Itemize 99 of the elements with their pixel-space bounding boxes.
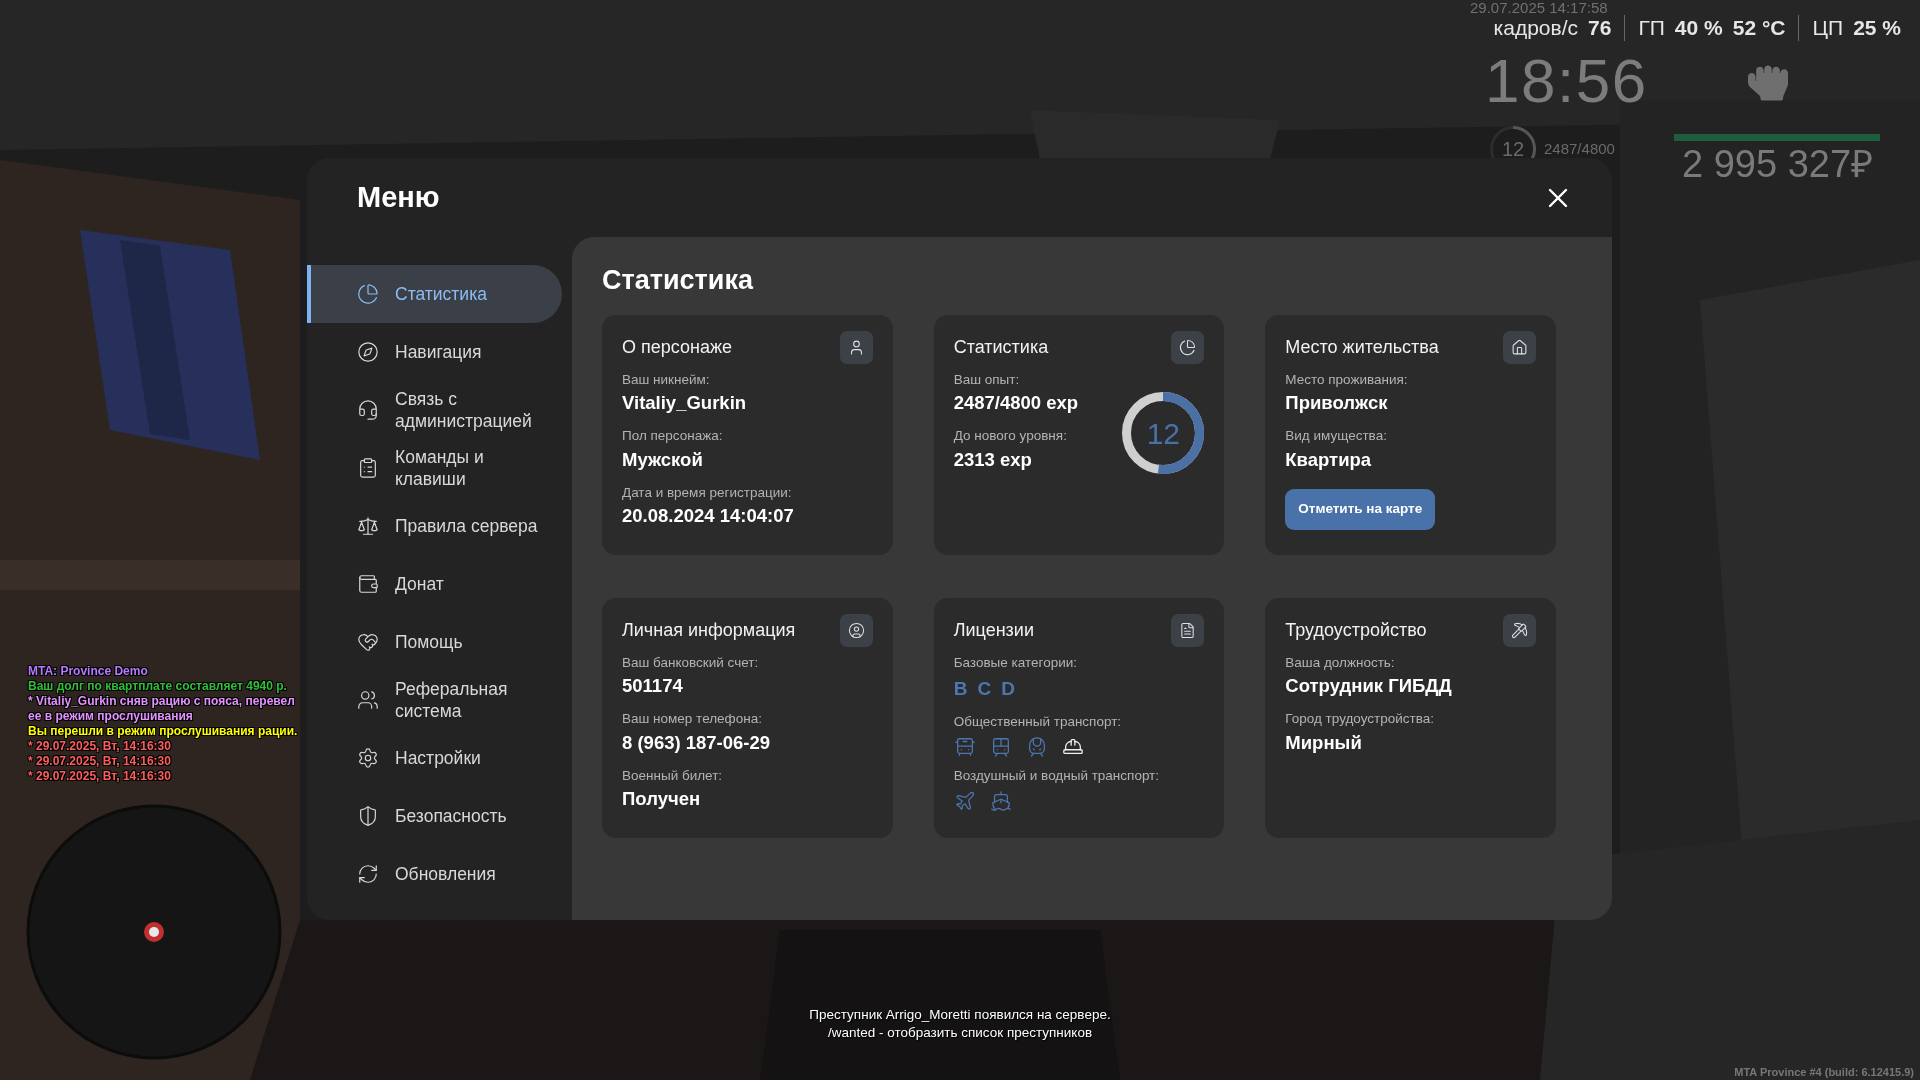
mark-on-map-button[interactable]: Отметить на карте — [1285, 488, 1436, 530]
field-label: Пол персонажа: — [622, 427, 724, 446]
chat-message: * 29.07.2025, Вт, 14:16:30 — [28, 754, 172, 769]
field-label: Место проживания: — [1285, 371, 1409, 389]
sidebar-item[interactable]: Безопасность — [307, 787, 562, 845]
headset-icon — [357, 399, 379, 421]
license-category: D — [1001, 677, 1015, 702]
clock: 18:56 — [1485, 46, 1648, 116]
chat-message: Ваш долг по квартплате составляет 4940 р. — [28, 679, 288, 694]
stat-value: 25 % — [1853, 15, 1901, 41]
stat-label: ЦП — [1812, 15, 1844, 41]
sidebar-label: Реферальная система — [395, 678, 509, 722]
sidebar-item[interactable]: Связь с администрацией — [307, 381, 562, 439]
license-category: B — [953, 677, 968, 702]
money-amount: 2 995 327₽ — [1682, 142, 1874, 186]
field-label: Общественный транспорт: — [953, 712, 1123, 731]
level-ring: 12 — [1122, 392, 1205, 474]
sidebar-label: Правила сервера — [395, 515, 539, 537]
field-label: Дата и время регистрации: — [622, 483, 793, 502]
sidebar-label: Безопасность — [395, 805, 508, 827]
handshake-icon — [357, 631, 379, 653]
sidebar-item[interactable]: Настройки — [307, 729, 562, 787]
experience-text: 2487/4800 — [1544, 138, 1615, 159]
field-label: Ваш банковский счет: — [622, 654, 760, 672]
field-value: Мужской — [622, 447, 704, 472]
settings-icon — [357, 747, 379, 769]
stat-value: 76 — [1588, 15, 1612, 41]
sidebar-label: Обновления — [395, 863, 497, 885]
pie-chart-icon — [357, 283, 379, 305]
sidebar-item[interactable]: Реферальная система — [307, 671, 562, 729]
field-label: Базовые категории: — [953, 654, 1078, 672]
server-notice: Преступник Arrigo_Moretti появился на сервере. — [809, 1006, 1111, 1024]
person-icon — [839, 331, 873, 364]
chat-message: * 29.07.2025, Вт, 14:16:30 — [28, 739, 172, 754]
chat-message: * Vitaliy_Gurkin сняв рацию с пояса, перевел ее в режим прослушивания — [28, 694, 296, 724]
stat-value: 52 °C — [1732, 15, 1786, 41]
sidebar-label: Статистика — [395, 283, 488, 305]
chat-message: MTA: Province Demo — [28, 664, 149, 679]
field-label: Город трудоустройства: — [1285, 710, 1435, 729]
field-value: Vitaliy_Gurkin — [622, 391, 748, 416]
field-value: 8 (963) 187-06-29 — [622, 730, 772, 755]
field-label: Военный билет: — [622, 766, 724, 785]
card-title: Место жительства — [1285, 336, 1439, 359]
sidebar-label: Помощь — [395, 631, 464, 653]
field-value: Квартира — [1285, 447, 1373, 472]
menu-title: Меню — [357, 179, 440, 215]
sidebar-label: Настройки — [395, 747, 482, 769]
sidebar-item[interactable]: Помощь — [307, 613, 562, 671]
sidebar-item[interactable]: Обновления — [307, 845, 562, 903]
sidebar-label: Донат — [395, 573, 445, 595]
card-title: Личная информация — [622, 619, 796, 642]
field-value: Приволжск — [1285, 391, 1389, 416]
pie-chart-icon — [1171, 331, 1205, 364]
field-label: Ваш никнейм: — [622, 371, 711, 389]
wallet-icon — [357, 573, 379, 595]
field-label: Ваш номер телефона: — [622, 710, 763, 729]
shield-icon — [357, 805, 379, 827]
field-value: Сотрудник ГИБДД — [1285, 674, 1453, 699]
field-value: 2313 exp — [953, 447, 1033, 472]
card-title: Трудоустройство — [1285, 619, 1427, 642]
sidebar-item[interactable]: Команды и клавиши — [307, 439, 562, 497]
build-version: MTA Province #4 (build: 6.12415.9) — [1734, 1064, 1914, 1080]
field-label: Ваша должность: — [1285, 654, 1396, 672]
card-title: Лицензии — [953, 619, 1034, 642]
sidebar-label: Связь с администрацией — [395, 388, 533, 432]
pickaxe-icon — [1503, 614, 1536, 647]
field-label: До нового уровня: — [953, 427, 1068, 446]
field-value: 20.08.2024 14:04:07 — [622, 503, 795, 528]
refresh-icon — [357, 863, 379, 885]
field-value: 2487/4800 exp — [953, 391, 1080, 416]
field-value: 501174 — [622, 674, 684, 699]
field-value: Мирный — [1285, 730, 1363, 755]
card-title: О персонаже — [622, 336, 732, 359]
list-icon — [357, 457, 379, 479]
field-label: Вид имущества: — [1285, 427, 1388, 446]
sidebar-item[interactable]: Статистика — [307, 265, 562, 323]
users-icon — [357, 689, 379, 711]
field-label: Воздушный и водный транспорт: — [953, 767, 1161, 785]
license-category: C — [977, 677, 992, 702]
stat-value: 40 % — [1674, 15, 1723, 41]
sidebar-item[interactable]: Правила сервера — [307, 497, 562, 555]
chat-message: * 29.07.2025, Вт, 14:16:30 — [28, 769, 172, 784]
field-label: Ваш опыт: — [953, 371, 1021, 389]
section-title: Статистика — [602, 264, 755, 297]
card-title: Статистика — [953, 336, 1049, 359]
sidebar-item[interactable]: Навигация — [307, 323, 562, 381]
stat-label: ГП — [1638, 15, 1665, 41]
stat-label: кадров/с — [1493, 15, 1578, 41]
field-value: Получен — [622, 786, 702, 811]
compass-icon — [357, 341, 379, 363]
date-time: 29.07.2025 14:17:58 — [1470, 0, 1608, 16]
sidebar-label: Навигация — [395, 341, 483, 363]
document-icon — [1171, 614, 1205, 647]
house-icon — [1503, 331, 1536, 364]
scales-icon — [357, 515, 379, 537]
sidebar-item[interactable]: Донат — [307, 555, 562, 613]
sidebar-label: Команды и клавиши — [395, 446, 485, 490]
server-notice: /wanted - отобразить список преступников — [827, 1024, 1093, 1042]
chat-message: Вы перешли в режим прослушивания рации. — [28, 724, 298, 739]
